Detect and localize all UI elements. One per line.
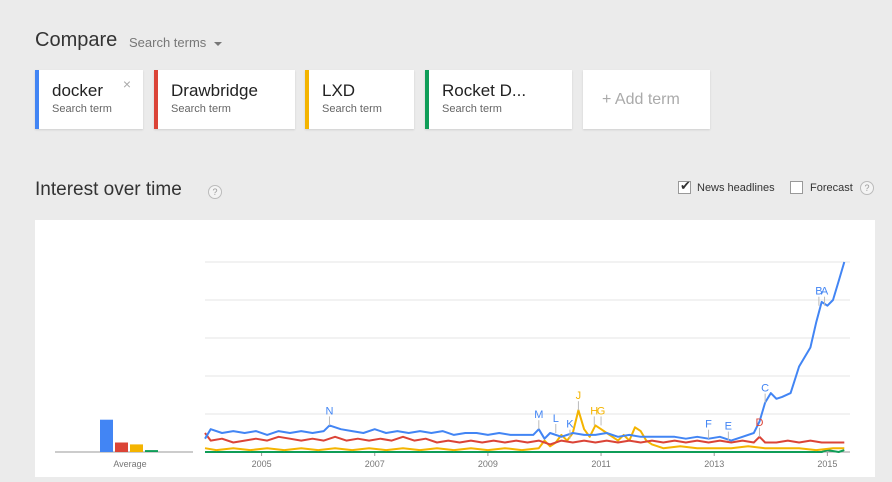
forecast-checkbox[interactable] — [790, 181, 803, 194]
forecast-help-icon[interactable]: ? — [860, 181, 874, 195]
term-label: Drawbridge — [171, 81, 258, 100]
term-sub-label: Search term — [322, 103, 382, 115]
x-tick-label: 2009 — [478, 459, 498, 469]
search-terms-dropdown[interactable]: Search terms — [129, 35, 223, 50]
interest-help-icon[interactable]: ? — [208, 185, 222, 199]
news-marker-k: K — [566, 419, 574, 431]
news-headlines-label: News headlines — [697, 182, 775, 194]
average-bar-lxd — [130, 444, 143, 452]
x-tick-label: 2007 — [365, 459, 385, 469]
news-marker-e: E — [725, 421, 732, 433]
term-card-0[interactable]: docker Search term × — [35, 70, 143, 129]
search-terms-label: Search terms — [129, 35, 207, 50]
news-marker-m: M — [534, 409, 543, 421]
interest-chart: Average 2005 2007 2009 2011 2013 2015N M L KJHGF E… — [55, 261, 850, 469]
term-label: Rocket D... — [442, 81, 527, 100]
term-sub-label: Search term — [171, 103, 231, 115]
term-color-stripe — [425, 70, 429, 129]
chart-panel: Average 2005 2007 2009 2011 2013 2015 N M L K J H G F E… — [35, 220, 875, 477]
add-term-button[interactable]: + Add term — [583, 70, 710, 129]
average-bar-drawbridge — [115, 442, 128, 452]
news-marker-g: G — [597, 405, 606, 417]
news-marker-f: F — [705, 419, 712, 431]
term-sub-label: Search term — [442, 103, 502, 115]
news-marker-a: A — [821, 286, 829, 298]
news-headlines-checkbox[interactable]: ✔ — [678, 178, 691, 194]
caret-down-icon — [214, 41, 223, 46]
x-tick-label: 2011 — [591, 459, 610, 469]
term-label: LXD — [322, 81, 356, 100]
interest-over-time-title: Interest over time — [35, 179, 182, 200]
term-card-2[interactable]: LXD Search term — [305, 70, 414, 129]
x-tick-label: 2013 — [704, 459, 724, 469]
compare-title: Compare — [35, 29, 118, 51]
term-sub-label: Search term — [52, 103, 112, 115]
news-marker-d: D — [755, 417, 763, 429]
average-bar-docker — [100, 419, 113, 452]
close-icon[interactable]: × — [123, 76, 131, 92]
average-bar-rocket-d- — [145, 450, 158, 452]
term-card-1[interactable]: Drawbridge Search term — [154, 70, 295, 129]
checkmark-icon: ✔ — [680, 178, 691, 193]
term-card-3[interactable]: Rocket D... Search term — [425, 70, 572, 129]
news-marker-l: L — [553, 413, 559, 425]
average-label: Average — [113, 459, 146, 469]
news-marker-c: C — [761, 383, 769, 395]
forecast-label: Forecast — [810, 182, 853, 194]
x-tick-label: 2005 — [252, 459, 272, 469]
news-marker-n: N — [325, 405, 333, 417]
news-marker-j: J — [576, 390, 582, 402]
x-tick-label: 2015 — [817, 459, 837, 469]
term-color-stripe — [305, 70, 309, 129]
term-color-stripe — [154, 70, 158, 129]
term-color-stripe — [35, 70, 39, 129]
